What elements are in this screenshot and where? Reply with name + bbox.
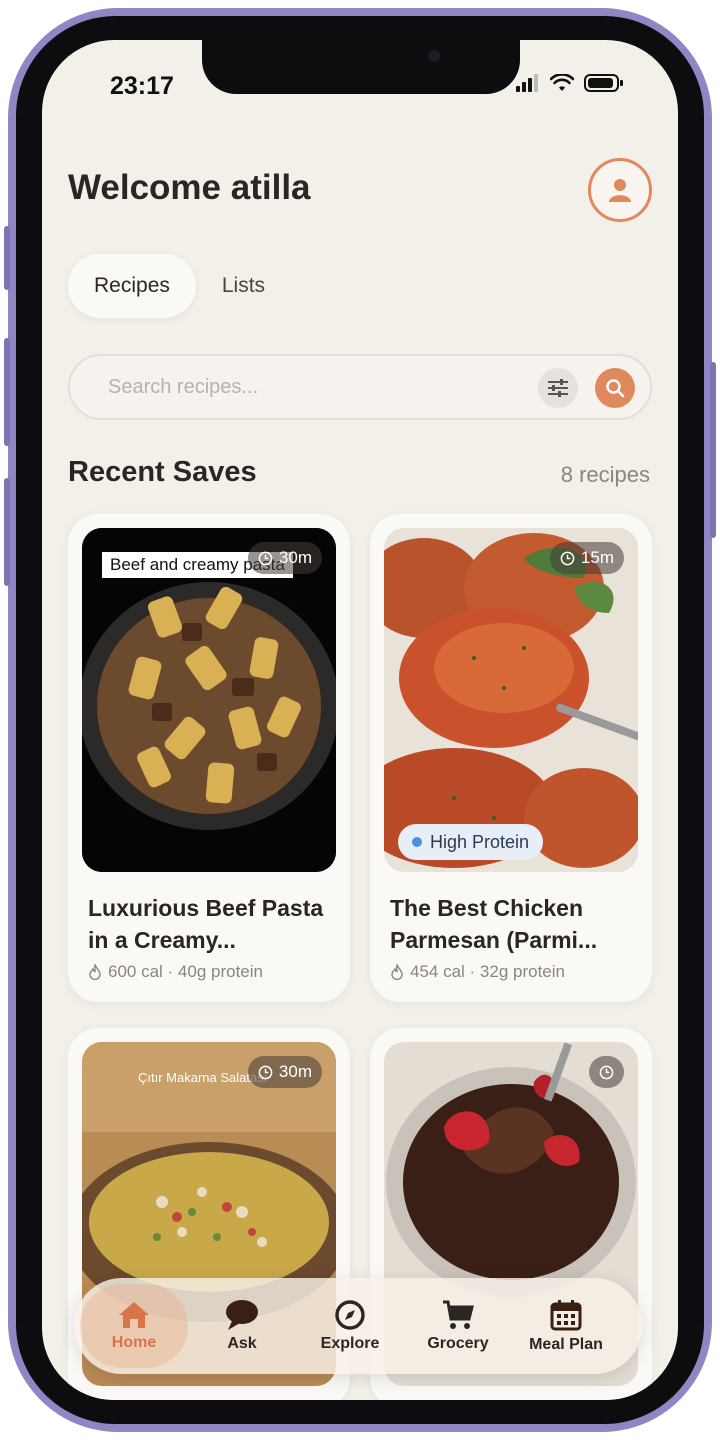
side-button	[710, 362, 716, 538]
tab-lists[interactable]: Lists	[196, 254, 291, 318]
search-bar	[68, 354, 652, 420]
cart-icon	[443, 1300, 474, 1329]
compass-icon	[335, 1300, 365, 1330]
pasta-photo	[82, 528, 336, 872]
clock-icon	[258, 551, 273, 565]
tab-bar: Recipes Lists	[68, 254, 291, 318]
profile-button[interactable]	[588, 158, 652, 222]
recipe-name: The Best Chicken Parmesan (Parmi...	[390, 895, 598, 953]
nutrition-text: 600 cal · 40g protein	[108, 962, 263, 981]
recipe-image: 15m High Protein	[384, 528, 638, 872]
recipe-card[interactable]: Beef and creamy pasta 30m Luxurious Beef…	[68, 514, 350, 1002]
battery-icon	[584, 74, 623, 92]
time-badge: 30m	[247, 1056, 322, 1088]
side-button	[4, 478, 10, 586]
nav-label: Explore	[320, 1335, 380, 1352]
flame-icon	[89, 964, 101, 980]
search-button[interactable]	[595, 368, 635, 408]
calendar-icon	[550, 1300, 582, 1331]
tag-dot	[412, 837, 422, 847]
nav-explore[interactable]: Explore	[296, 1284, 404, 1368]
nav-label: Meal Plan	[529, 1336, 603, 1353]
tag-label: High Protein	[430, 831, 530, 852]
recipe-meta: 454 cal · 32g protein	[390, 962, 565, 982]
time-badge: 30m	[247, 542, 322, 574]
nav-grocery[interactable]: Grocery	[404, 1284, 512, 1368]
wifi-icon	[550, 74, 574, 91]
recipe-card[interactable]: 15m High Protein The Best Chicken Parmes…	[370, 514, 652, 1002]
side-button	[4, 338, 10, 446]
cook-time: 30m	[278, 548, 312, 567]
search-icon	[606, 379, 625, 398]
status-time: 23:17	[110, 72, 174, 100]
recipe-count: 8 recipes	[560, 462, 650, 487]
side-button	[4, 226, 10, 290]
recipe-image: Beef and creamy pasta 30m	[82, 528, 336, 872]
camera	[428, 50, 440, 62]
clock-icon	[258, 1065, 273, 1079]
tab-recipes[interactable]: Recipes	[68, 254, 196, 318]
cook-time: 15m	[580, 548, 614, 567]
page-title: Welcome atilla	[68, 168, 311, 207]
chicken-parmesan-photo	[384, 528, 638, 872]
diet-tag: High Protein	[398, 824, 544, 860]
section-title: Recent Saves	[68, 456, 257, 488]
filter-button[interactable]	[538, 368, 578, 408]
search-input[interactable]	[108, 375, 528, 399]
nav-home[interactable]: Home	[80, 1284, 188, 1368]
app-screen: 23:17 Welcome atilla Recipes Lists Searc…	[42, 40, 678, 1400]
nav-label: Home	[111, 1334, 157, 1351]
time-badge: 15m	[549, 542, 624, 574]
home-icon	[119, 1302, 149, 1328]
flame-icon	[391, 964, 403, 980]
signal-icon	[516, 74, 538, 92]
recipe-name: Luxurious Beef Pasta in a Creamy...	[88, 895, 324, 953]
nav-ask[interactable]: Ask	[188, 1284, 296, 1368]
clock-icon	[599, 1065, 614, 1079]
nav-label: Grocery	[427, 1335, 489, 1352]
nutrition-text: 454 cal · 32g protein	[410, 962, 565, 981]
nav-label: Ask	[227, 1335, 257, 1352]
chat-bubble-icon	[226, 1300, 258, 1330]
sliders-icon	[548, 379, 568, 397]
bottom-nav: Home Ask Explore Grocery Meal Plan	[74, 1278, 642, 1374]
cook-time: 30m	[278, 1062, 312, 1081]
time-badge	[589, 1056, 624, 1088]
clock-icon	[560, 551, 575, 565]
recipe-meta: 600 cal · 40g protein	[88, 962, 263, 982]
status-icons	[516, 74, 624, 92]
notch	[202, 40, 520, 94]
nav-meal-plan[interactable]: Meal Plan	[512, 1284, 620, 1368]
user-icon	[609, 179, 631, 202]
